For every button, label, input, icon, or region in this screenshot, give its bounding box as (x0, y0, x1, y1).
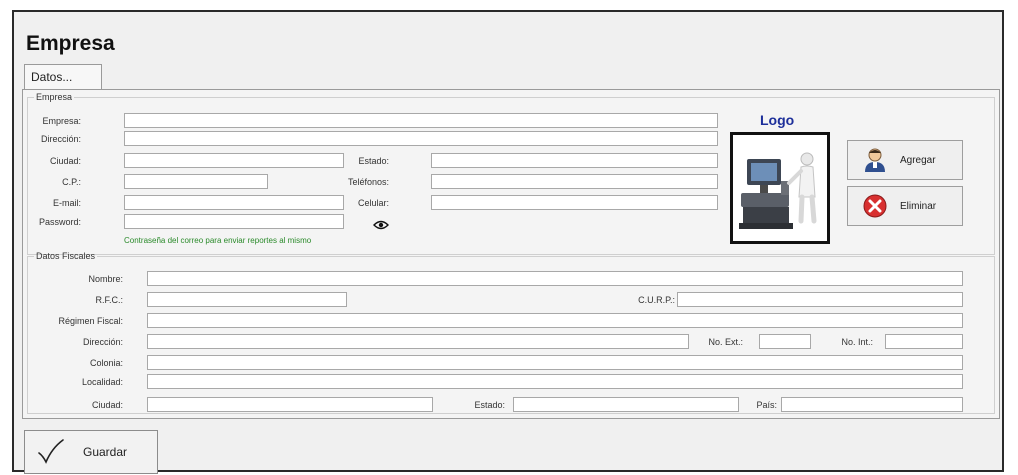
fiscal-nombre-label: Nombre: (88, 274, 123, 284)
ciudad-input[interactable] (124, 153, 344, 168)
password-hint: Contraseña del correo para enviar report… (124, 236, 312, 245)
add-logo-label: Agregar (900, 154, 936, 166)
add-logo-button[interactable]: Agregar (847, 140, 963, 180)
fiscal-colonia-label: Colonia: (89, 358, 123, 368)
delete-logo-label: Eliminar (900, 200, 937, 212)
save-label: Guardar (83, 445, 128, 459)
celular-label: Celular: (357, 198, 389, 208)
tab-panel-datos: Empresa Empresa: Dirección: Ciudad: Esta… (22, 89, 1000, 419)
logo-title: Logo (760, 112, 795, 128)
user-icon (862, 147, 888, 173)
fiscal-colonia-input[interactable] (147, 355, 963, 370)
fiscal-ciudad-input[interactable] (147, 397, 433, 412)
fiscal-group-legend: Datos Fiscales (36, 251, 96, 261)
ciudad-label: Ciudad: (49, 156, 81, 166)
estado-input[interactable] (431, 153, 718, 168)
email-label: E-mail: (52, 198, 81, 208)
logo-image[interactable] (730, 132, 830, 244)
empresa-window: Empresa Datos... Empresa Empresa: Direcc… (12, 10, 1004, 474)
fiscal-estado-input[interactable] (513, 397, 739, 412)
eye-icon[interactable] (373, 217, 389, 235)
fiscal-no-int-label: No. Int.: (841, 337, 873, 347)
tab-datos[interactable]: Datos... (24, 64, 102, 90)
celular-input[interactable] (431, 195, 718, 210)
empresa-group-legend: Empresa (36, 92, 73, 102)
telefonos-label: Teléfonos: (347, 177, 389, 187)
fiscal-localidad-label: Localidad: (81, 377, 123, 387)
fiscal-direccion-label: Dirección: (82, 337, 123, 347)
checkmark-icon (37, 438, 65, 467)
cp-label: C.P.: (62, 177, 81, 187)
password-input[interactable] (124, 214, 344, 229)
fiscal-localidad-input[interactable] (147, 374, 963, 389)
fiscal-estado-label: Estado: (474, 400, 505, 410)
password-label: Password: (38, 217, 81, 227)
delete-logo-button[interactable]: Eliminar (847, 186, 963, 226)
fiscal-rfc-label: R.F.C.: (95, 295, 123, 305)
fiscal-curp-label: C.U.R.P.: (638, 295, 675, 305)
fiscal-pais-label: País: (756, 400, 777, 410)
email-input[interactable] (124, 195, 344, 210)
delete-icon (862, 193, 888, 219)
fiscal-regimen-input[interactable] (147, 313, 963, 328)
cp-input[interactable] (124, 174, 268, 189)
fiscal-no-ext-label: No. Ext.: (708, 337, 743, 347)
pos-terminal-icon (739, 152, 817, 229)
fiscal-no-ext-input[interactable] (759, 334, 811, 349)
fiscal-rfc-input[interactable] (147, 292, 347, 307)
empresa-label: Empresa: (42, 116, 81, 126)
window-title: Empresa (26, 32, 115, 55)
save-button[interactable]: Guardar (24, 430, 158, 474)
fiscal-nombre-input[interactable] (147, 271, 963, 286)
fiscal-no-int-input[interactable] (885, 334, 963, 349)
fiscal-pais-input[interactable] (781, 397, 963, 412)
fiscal-regimen-label: Régimen Fiscal: (58, 316, 123, 326)
fiscal-curp-input[interactable] (677, 292, 963, 307)
fiscal-direccion-input[interactable] (147, 334, 689, 349)
direccion-input[interactable] (124, 131, 718, 146)
fiscal-ciudad-label: Ciudad: (91, 400, 123, 410)
estado-label: Estado: (358, 156, 389, 166)
telefonos-input[interactable] (431, 174, 718, 189)
empresa-input[interactable] (124, 113, 718, 128)
direccion-label: Dirección: (40, 134, 81, 144)
